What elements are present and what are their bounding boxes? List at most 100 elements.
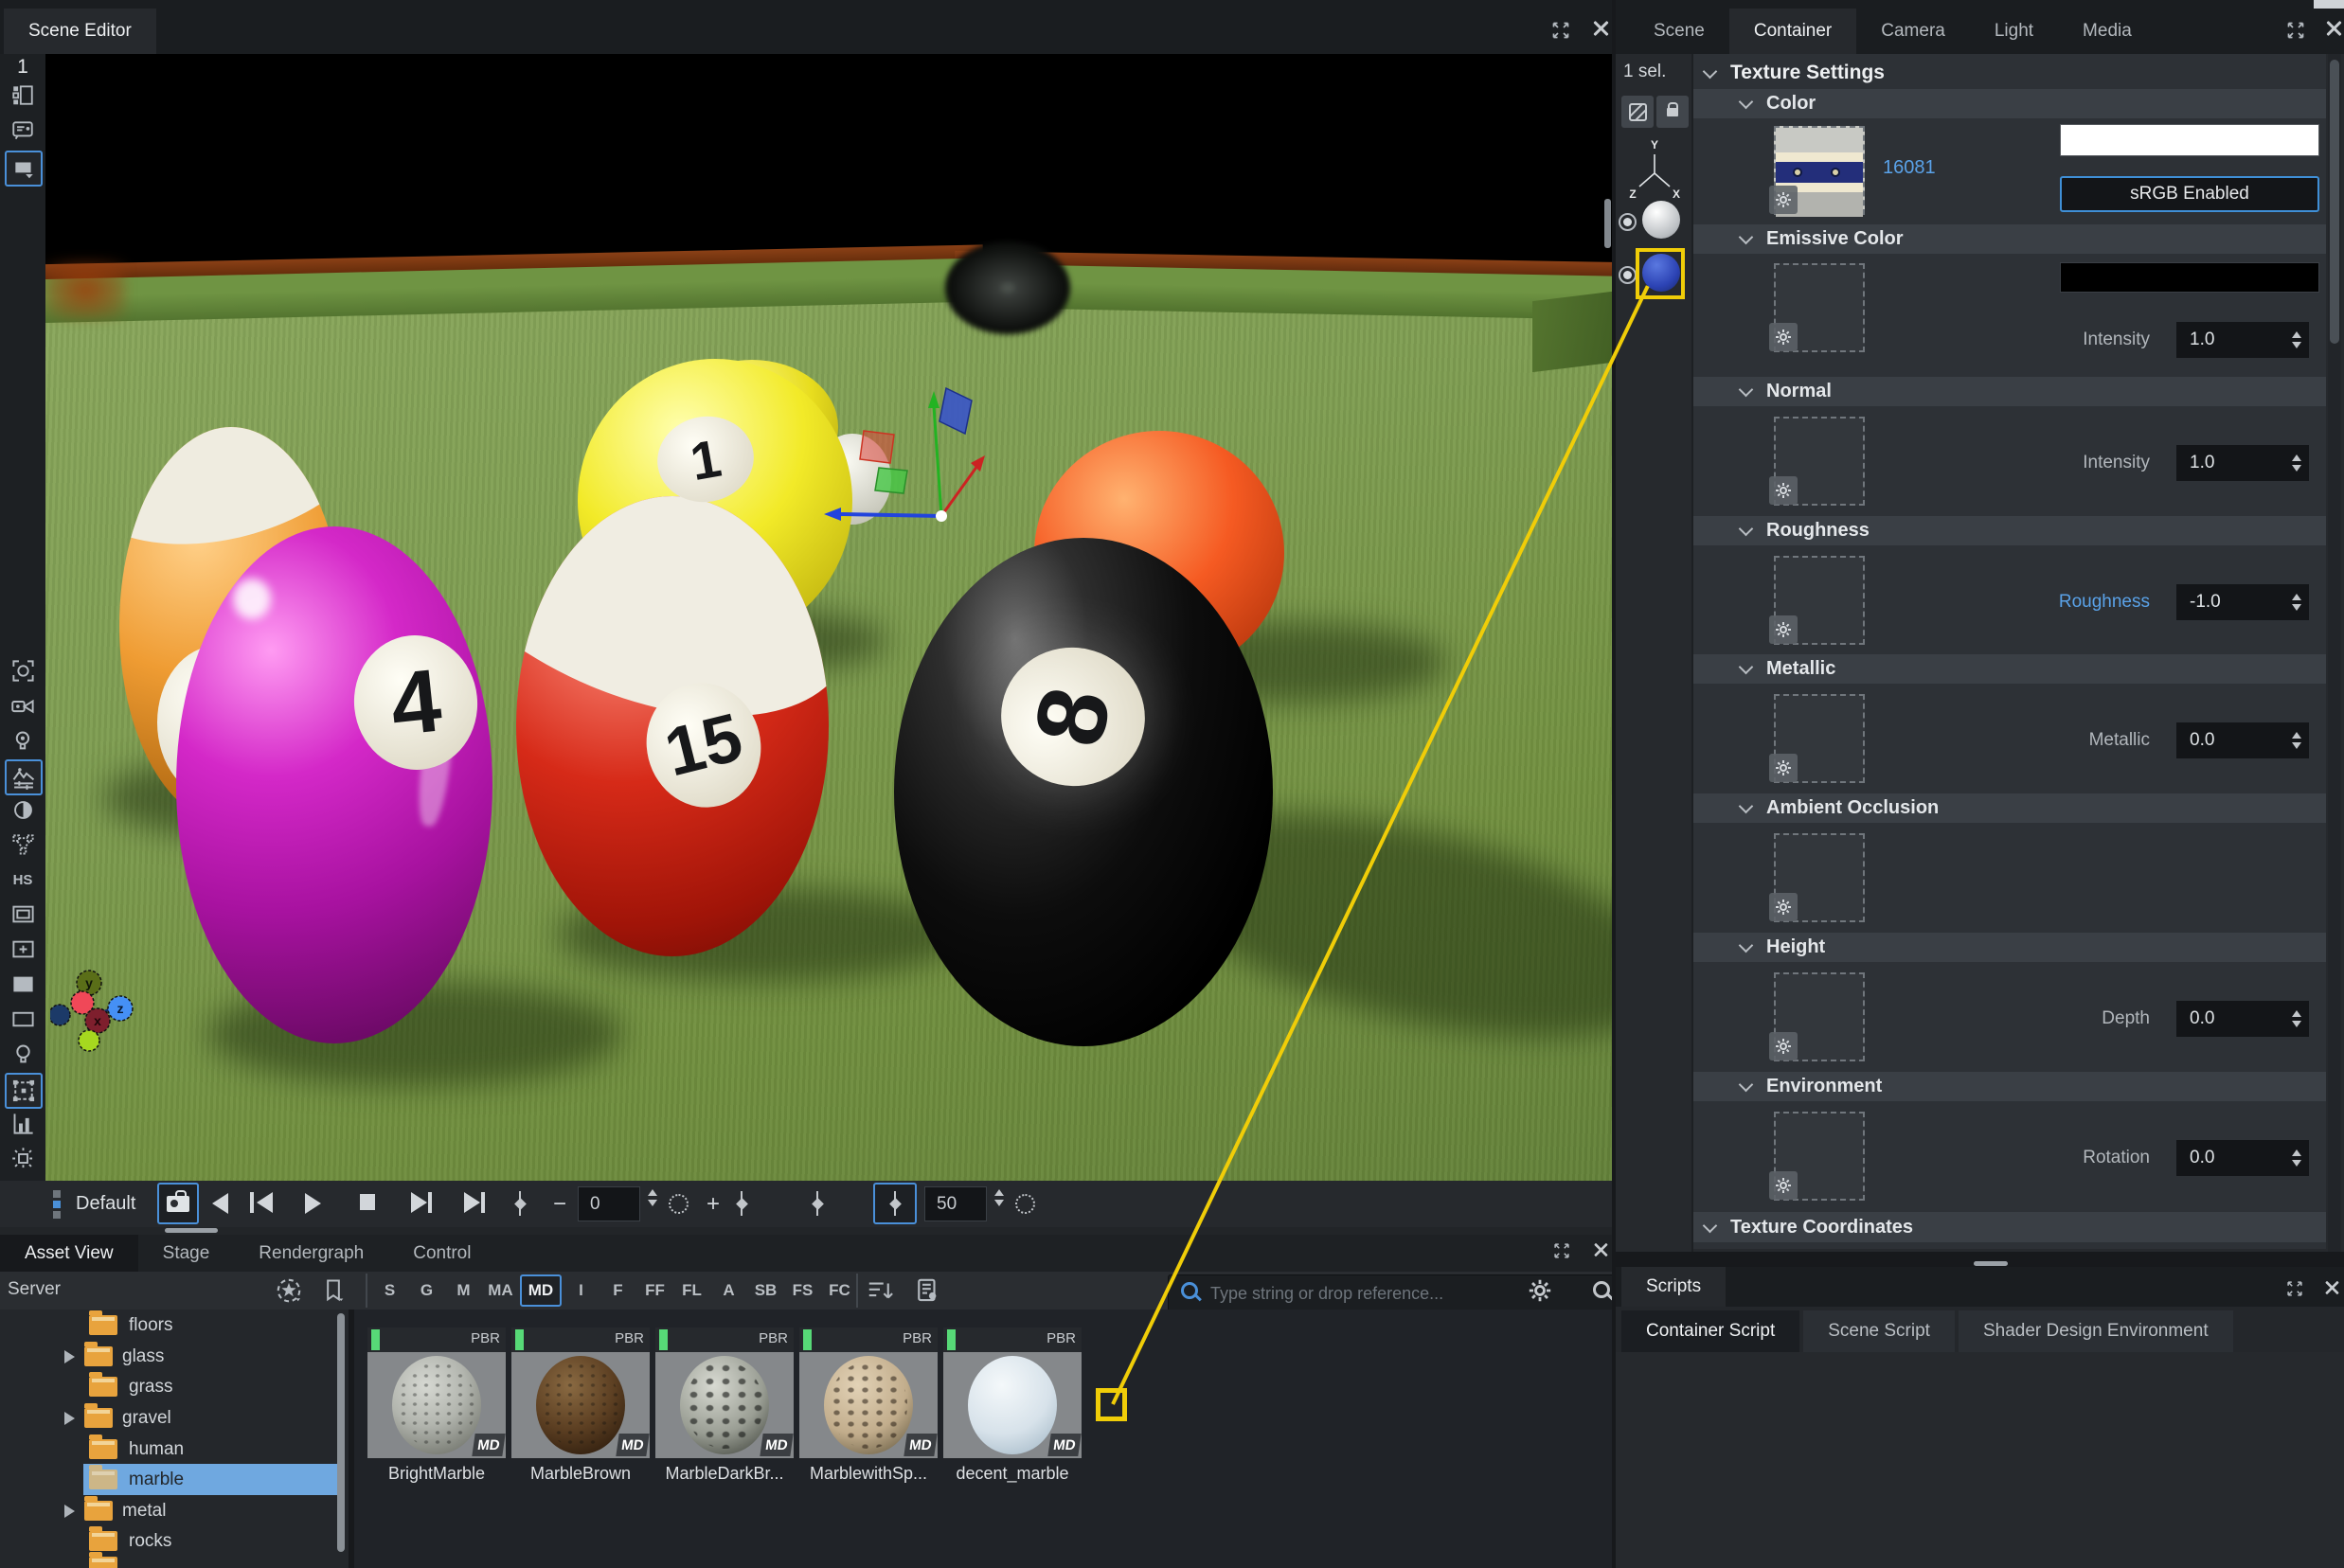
panel-drag-handle[interactable] [165,1228,218,1233]
filter-i[interactable]: I [563,1281,599,1300]
section-header-metallic[interactable]: Metallic [1693,654,2326,684]
tab-scene-script[interactable]: Scene Script [1803,1310,1955,1352]
tab-scene-editor[interactable]: Scene Editor [4,9,156,54]
keyframe-prev-icon[interactable] [513,1191,527,1221]
texture-settings-gear[interactable] [1769,754,1798,782]
close-icon[interactable] [1591,19,1610,38]
deep-search-icon[interactable] [1593,1281,1610,1298]
playblast-icon[interactable] [9,970,37,998]
texture-tile-decent-marble[interactable]: PBR MD decent_marble [943,1327,1082,1483]
stepper-arrows[interactable] [2292,331,2301,348]
viewport-rect-icon[interactable] [9,1005,37,1033]
framed-view-icon[interactable] [9,900,37,928]
close-icon[interactable] [2324,19,2343,38]
ball-8[interactable] [894,538,1273,1046]
emissive-intensity-field[interactable]: 1.0 [2176,322,2309,358]
depth-field[interactable]: 0.0 [2176,1001,2309,1037]
frame-end-stepper[interactable] [994,1189,1004,1206]
layout-panels-icon[interactable] [9,80,37,109]
filter-f[interactable]: F [599,1281,636,1300]
filter-s[interactable]: S [371,1281,408,1300]
roughness-label[interactable]: Roughness [2017,592,2150,613]
texture-tile-marblebrown[interactable]: PBR MD MarbleBrown [511,1327,650,1483]
inspector-scrollbar-track[interactable] [2328,54,2341,1252]
filter-md-active[interactable]: MD [520,1274,562,1307]
texture-settings-gear[interactable] [1769,323,1798,351]
node-graph-icon[interactable] [9,830,37,859]
expand-arrow-icon[interactable] [64,1505,75,1518]
tab-container-script[interactable]: Container Script [1621,1310,1799,1352]
loop-icon[interactable] [1015,1194,1035,1219]
tab-rendergraph[interactable]: Rendergraph [234,1235,388,1272]
play-button[interactable] [305,1193,321,1219]
filter-m[interactable]: M [445,1281,482,1300]
script-editor-area[interactable] [1616,1352,2344,1568]
texture-tile-marbledark[interactable]: PBR MD MarbleDarkBr... [655,1327,794,1483]
keyframe-icon[interactable] [811,1191,824,1221]
section-header-roughness[interactable]: Roughness [1693,516,2326,545]
frame-decrement-button[interactable]: − [553,1191,566,1218]
tab-control[interactable]: Control [388,1235,495,1272]
normal-intensity-field[interactable]: 1.0 [2176,445,2309,481]
tab-light[interactable]: Light [1970,9,2058,54]
roughness-field[interactable]: -1.0 [2176,584,2309,620]
stepper-arrows[interactable] [2292,454,2301,472]
texture-id-link[interactable]: 16081 [1883,157,1936,179]
texture-settings-gear[interactable] [1769,615,1798,644]
tree-item-glass[interactable]: glass [64,1341,164,1372]
panel-drag-handle[interactable] [1974,1261,2008,1266]
gizmo-origin[interactable] [936,510,947,522]
filter-fl[interactable]: FL [673,1281,710,1300]
ball-4[interactable] [176,526,492,1043]
texture-settings-gear[interactable] [1769,1032,1798,1060]
search-settings-gear-icon[interactable] [1527,1277,1553,1309]
texture-settings-header[interactable]: Texture Settings [1693,57,2326,89]
keyframe-next-icon[interactable] [735,1191,748,1221]
sort-icon[interactable] [866,1276,894,1310]
material-radio-1[interactable] [1619,213,1637,231]
bookmark-icon[interactable] [320,1277,347,1309]
tab-scene[interactable]: Scene [1629,9,1729,54]
section-header-environment[interactable]: Environment [1693,1072,2326,1101]
step-forward-button[interactable] [411,1192,432,1213]
texture-tile-brightmarble[interactable]: PBR MD BrightMarble [367,1327,506,1483]
section-header-height[interactable]: Height [1693,933,2326,962]
gizmo-axis-x[interactable] [941,466,977,516]
loop-icon[interactable] [669,1194,689,1219]
tab-container[interactable]: Container [1729,9,1856,54]
texture-settings-gear[interactable] [1769,476,1798,505]
frame-increment-button[interactable]: + [707,1191,720,1218]
play-reverse-button[interactable] [212,1193,228,1219]
texture-settings-gear[interactable] [1769,186,1798,214]
filter-ff[interactable]: FF [636,1281,673,1300]
stepper-arrows[interactable] [2292,594,2301,611]
nav-axis-neg-y[interactable] [79,1030,99,1051]
expand-icon[interactable] [1549,19,1572,42]
capture-camera-button[interactable] [157,1183,199,1224]
emissive-color-swatch[interactable] [2060,262,2319,293]
tab-scripts[interactable]: Scripts [1621,1267,1726,1307]
texture-settings-gear[interactable] [1769,1171,1798,1200]
srgb-toggle-button[interactable]: sRGB Enabled [2060,176,2319,212]
section-header-emissive[interactable]: Emissive Color [1693,224,2326,254]
material-sphere-white[interactable] [1642,201,1680,239]
statistics-chart-icon[interactable] [9,1109,37,1137]
isolate-button[interactable] [1621,96,1654,128]
tree-item-metal[interactable]: metal [64,1495,166,1526]
camera-focus-icon[interactable] [9,656,37,685]
light-visibility-icon[interactable] [9,726,37,755]
tree-scrollbar[interactable] [337,1313,345,1552]
gizmo-axis-y[interactable] [934,406,941,516]
expand-icon[interactable] [2284,1278,2305,1299]
tab-stage[interactable]: Stage [138,1235,235,1272]
tree-item-marble-selected[interactable]: marble [89,1464,184,1495]
texture-settings-gear[interactable] [1769,893,1798,921]
tooltip-info-icon[interactable] [9,116,37,145]
asset-info-icon[interactable] [913,1276,941,1310]
expand-icon[interactable] [1551,1240,1572,1261]
contrast-icon[interactable] [9,795,37,824]
transform-gizmo[interactable] [803,376,1011,537]
filter-fc[interactable]: FC [821,1281,858,1300]
expand-icon[interactable] [2284,19,2307,42]
gizmo-plane-green[interactable] [875,468,907,493]
